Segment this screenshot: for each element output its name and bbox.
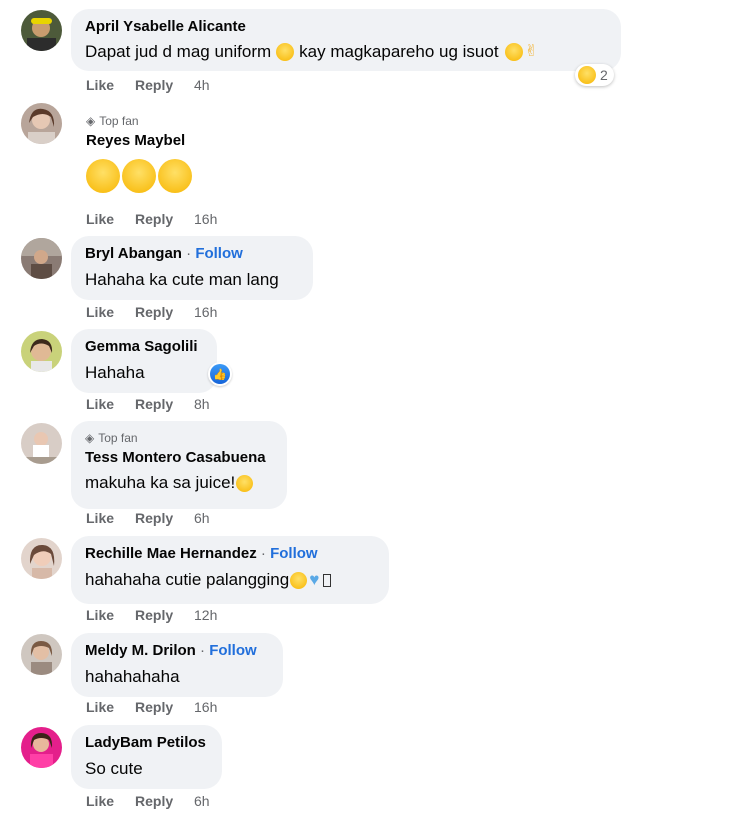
heart-eyes-emoji-icon	[86, 159, 120, 193]
comment-bubble: Rechille Mae Hernandez · Follow hahahaha…	[71, 536, 389, 604]
reply-button[interactable]: Reply	[135, 510, 194, 526]
diamond-icon: ◈	[85, 431, 95, 445]
diamond-icon: ◈	[86, 114, 96, 128]
comment-text: Hahaha	[85, 363, 145, 382]
timestamp[interactable]: 4h	[194, 77, 210, 93]
comment-bubble: April Ysabelle Alicante Dapat jud d mag …	[71, 9, 621, 71]
follow-button[interactable]: Follow	[270, 545, 318, 562]
reply-button[interactable]: Reply	[135, 304, 194, 320]
comment-text: So cute	[85, 759, 143, 778]
reply-button[interactable]: Reply	[135, 77, 194, 93]
timestamp[interactable]: 16h	[194, 304, 217, 320]
comment-text: Hahaha ka cute man lang	[85, 270, 279, 289]
timestamp[interactable]: 12h	[194, 607, 217, 623]
commenter-name[interactable]: Rechille Mae Hernandez	[85, 545, 257, 562]
avatar[interactable]	[21, 538, 62, 579]
avatar[interactable]	[21, 331, 62, 372]
like-button[interactable]: Like	[86, 510, 135, 526]
reply-button[interactable]: Reply	[135, 793, 194, 809]
comment-text-2: kay magkapareho ug isuot	[299, 42, 499, 61]
timestamp[interactable]: 6h	[194, 793, 210, 809]
comment-text: hahahahaha	[85, 667, 180, 686]
like-button[interactable]: Like	[86, 304, 135, 320]
commenter-name[interactable]: LadyBam Petilos	[85, 734, 206, 751]
reply-button[interactable]: Reply	[135, 699, 194, 715]
smile-emoji-icon	[290, 571, 308, 589]
avatar[interactable]	[21, 727, 62, 768]
comment-bubble: ◈ Top fan Reyes Maybel	[71, 103, 271, 203]
grin-emoji-icon	[504, 43, 523, 61]
commenter-name[interactable]: Meldy M. Drilon	[85, 642, 196, 659]
like-button[interactable]: Like	[86, 211, 135, 227]
missing-glyph-icon	[323, 573, 332, 587]
grin-emoji-icon	[276, 43, 295, 61]
comment-bubble: ◈ Top fan Tess Montero Casabuena makuha …	[71, 421, 287, 509]
commenter-name[interactable]: Bryl Abangan	[85, 245, 182, 262]
comment-text: Dapat jud d mag uniform	[85, 42, 272, 61]
like-button[interactable]: Like	[86, 396, 135, 412]
like-button[interactable]: Like	[86, 77, 135, 93]
avatar[interactable]	[21, 634, 62, 675]
reaction-count: 2	[600, 67, 608, 83]
victory-hand-icon: ✌	[524, 43, 538, 60]
top-fan-badge: Top fan	[98, 431, 138, 445]
reply-button[interactable]: Reply	[135, 607, 194, 623]
avatar[interactable]	[21, 10, 62, 51]
comment-text: hahahaha cutie palangging	[85, 570, 290, 589]
timestamp[interactable]: 6h	[194, 510, 210, 526]
follow-button[interactable]: Follow	[195, 245, 243, 262]
top-fan-badge: Top fan	[99, 114, 139, 128]
comment-bubble: LadyBam Petilos So cute	[71, 725, 222, 789]
comment-bubble: Bryl Abangan · Follow Hahaha ka cute man…	[71, 236, 313, 300]
avatar[interactable]	[21, 103, 62, 144]
commenter-name[interactable]: Tess Montero Casabuena	[85, 449, 266, 466]
comment-text: makuha ka sa juice!	[85, 473, 236, 492]
rofl-emoji-icon	[158, 159, 192, 193]
follow-button[interactable]: Follow	[209, 642, 257, 659]
comment-bubble: Meldy M. Drilon · Follow hahahahaha	[71, 633, 283, 697]
blue-heart-icon: ♥	[309, 570, 320, 589]
haha-reaction-icon	[578, 66, 596, 84]
timestamp[interactable]: 16h	[194, 699, 217, 715]
timestamp[interactable]: 16h	[194, 211, 217, 227]
like-button[interactable]: Like	[86, 793, 135, 809]
avatar[interactable]	[21, 238, 62, 279]
like-reaction-badge[interactable]: 👍	[208, 362, 232, 386]
tears-of-joy-emoji-icon	[122, 159, 156, 193]
timestamp[interactable]: 8h	[194, 396, 210, 412]
reply-button[interactable]: Reply	[135, 396, 194, 412]
like-button[interactable]: Like	[86, 607, 135, 623]
avatar[interactable]	[21, 423, 62, 464]
commenter-name[interactable]: Reyes Maybel	[86, 132, 185, 149]
thumbs-up-icon: 👍	[213, 368, 227, 381]
reply-button[interactable]: Reply	[135, 211, 194, 227]
rofl-emoji-icon	[236, 474, 254, 492]
reaction-summary[interactable]: 2	[575, 64, 614, 86]
commenter-name[interactable]: April Ysabelle Alicante	[85, 18, 246, 35]
like-button[interactable]: Like	[86, 699, 135, 715]
comment-bubble: Gemma Sagolili Hahaha	[71, 329, 217, 393]
commenter-name[interactable]: Gemma Sagolili	[85, 338, 198, 355]
